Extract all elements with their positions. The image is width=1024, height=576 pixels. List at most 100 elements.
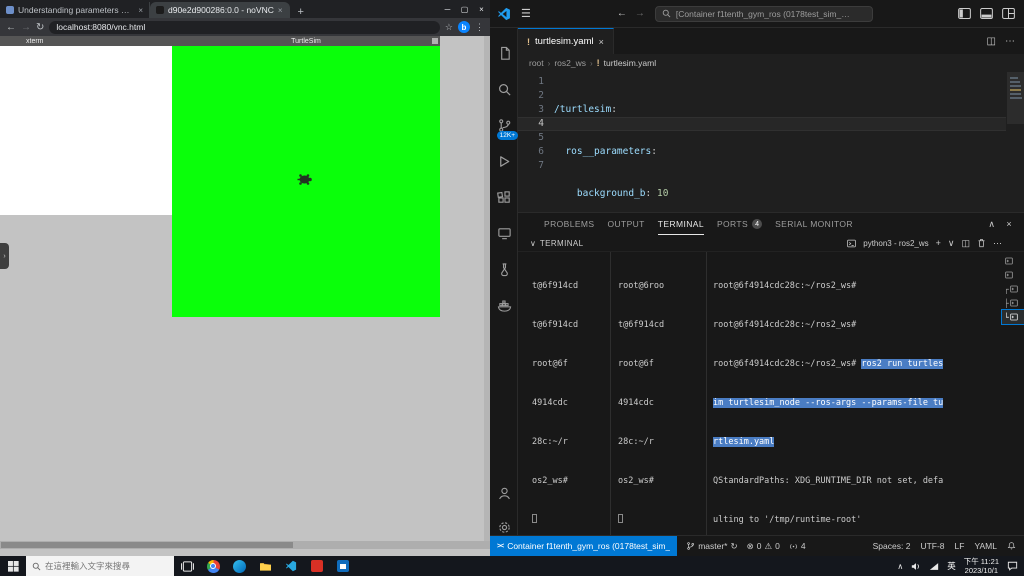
terminal-tab-item[interactable]: ├ [1002,296,1024,310]
activity-remote-explorer-icon[interactable] [490,216,518,250]
terminal-section-header[interactable]: ∨ TERMINAL python3 - ros2_ws + ∨ ◫ ⋯ [518,235,1024,251]
xterm-window[interactable]: xterm [0,36,172,215]
turtlesim-window[interactable]: TurtleSim [172,36,440,317]
new-terminal-icon[interactable]: + [936,238,941,248]
url-field[interactable] [49,20,440,34]
reload-icon[interactable]: ↻ [36,22,44,33]
tab-close-icon[interactable]: × [278,6,283,15]
activity-account-icon[interactable] [490,476,518,510]
taskbar-clock[interactable]: 下午 11:21 2023/10/1 [964,557,999,575]
edge-icon[interactable] [226,556,252,576]
url-input[interactable] [56,22,433,32]
horizontal-scrollbar[interactable] [0,541,490,549]
code-editor[interactable]: 1 2 3 4 5 6 7 /turtlesim: ros__parameter… [518,72,1024,212]
terminal-pane-active[interactable]: root@6f4914cdc28c:~/ros2_ws# root@6f4914… [713,254,989,576]
tab-close-icon[interactable]: × [599,37,604,47]
breadcrumb-ros2-ws[interactable]: ros2_ws [554,58,586,68]
xterm-body[interactable] [0,46,172,215]
terminal-tab-item[interactable] [1002,254,1024,268]
novnc-viewport[interactable]: xterm TurtleSim › [0,36,490,556]
remote-indicator[interactable]: >< Container f1tenth_gym_ros (0178test_s… [490,536,678,556]
terminal-profile-chevron-icon[interactable]: ∨ [948,238,955,249]
task-view-icon[interactable] [174,556,200,576]
toggle-sidebar-icon[interactable] [958,8,971,19]
terminal-split-divider[interactable] [706,252,707,542]
tab-close-icon[interactable]: × [138,6,143,15]
menu-burger-icon[interactable]: ☰ [521,7,531,20]
git-branch-item[interactable]: master* ↻ [686,541,738,552]
browser-tab-active[interactable]: d90e2d900286:0.0 - noVNC × [150,2,290,18]
eol-item[interactable]: LF [955,541,965,551]
problems-item[interactable]: ⊗ 0 ⚠ 0 [747,541,780,552]
terminal-pane-2[interactable]: root@6roo t@6f914cd root@6f 4914cdc 28c:… [618,254,698,553]
close-panel-icon[interactable]: × [1006,219,1012,230]
encoding-item[interactable]: UTF-8 [920,541,944,551]
notifications-bell-icon[interactable] [1007,541,1016,551]
tab-problems[interactable]: PROBLEMS [544,213,594,235]
scrollbar-thumb[interactable] [1,542,293,548]
bookmark-star-icon[interactable]: ☆ [445,22,453,33]
sync-icon[interactable]: ↻ [731,541,738,552]
breadcrumb-file[interactable]: turtlesim.yaml [604,58,656,68]
taskbar-search-input[interactable] [45,561,163,571]
editor-actions-kebab-icon[interactable]: ⋯ [1005,36,1015,47]
minimize-button[interactable]: ─ [439,0,456,18]
activity-docker-icon[interactable] [490,288,518,322]
minimap[interactable] [1007,72,1024,212]
ports-item[interactable]: 4 [789,541,806,551]
close-button[interactable]: × [473,0,490,18]
tab-serial-monitor[interactable]: SERIAL MONITOR [775,213,853,235]
speaker-icon[interactable] [911,562,921,571]
activity-search-icon[interactable] [490,72,518,106]
chevron-down-icon[interactable]: ∨ [530,239,536,248]
back-icon[interactable]: ← [6,22,16,33]
chrome-icon[interactable] [200,556,226,576]
toggle-panel-icon[interactable] [980,8,993,19]
novnc-control-handle[interactable]: › [0,243,9,269]
terminal-kebab-icon[interactable]: ⋯ [993,238,1002,249]
tab-output[interactable]: OUTPUT [607,213,644,235]
xterm-titlebar[interactable]: xterm [0,36,172,46]
tab-terminal[interactable]: TERMINAL [657,213,704,235]
activity-source-control-icon[interactable]: 12K+ [490,108,518,142]
language-mode-item[interactable]: YAML [974,541,997,551]
terminal-tab-item[interactable] [1002,268,1024,282]
turtlesim-titlebar[interactable]: TurtleSim [172,36,440,46]
customize-layout-icon[interactable] [1002,8,1015,19]
split-terminal-icon[interactable]: ◫ [961,238,970,249]
terminal-tab-item-active[interactable]: └ [1001,309,1024,325]
command-center[interactable]: [Container f1tenth_gym_ros (0178test_sim… [654,5,873,22]
kill-terminal-trash-icon[interactable] [977,238,986,248]
browser-tab-inactive[interactable]: Understanding parameters — RO × [0,2,150,18]
nav-back-icon[interactable]: ← [617,8,627,19]
terminal-instance-label[interactable]: python3 - ros2_ws [863,239,928,248]
red-app-icon[interactable] [304,556,330,576]
nav-forward-icon[interactable]: → [635,8,645,19]
activity-run-debug-icon[interactable] [490,144,518,178]
activity-explorer-icon[interactable] [490,36,518,70]
turtlesim-window-button[interactable] [432,38,438,44]
network-icon[interactable] [929,562,939,571]
terminal-pane-1[interactable]: t@6f914cd t@6f914cd root@6f 4914cdc 28c:… [532,254,618,553]
store-icon[interactable] [330,556,356,576]
breadcrumb-root[interactable]: root [529,58,544,68]
activity-extensions-icon[interactable] [490,180,518,214]
terminal-tab-item[interactable]: ┌ [1002,282,1024,296]
terminal-body[interactable]: t@6f914cd t@6f914cd root@6f 4914cdc 28c:… [518,251,1024,564]
file-explorer-icon[interactable] [252,556,278,576]
tray-chevron-up-icon[interactable]: ∧ [897,562,903,571]
new-tab-button[interactable]: + [290,6,312,18]
forward-icon[interactable]: → [21,22,31,33]
browser-profile-badge[interactable]: b [458,21,470,33]
activity-testing-icon[interactable] [490,252,518,286]
maximize-button[interactable]: ▢ [456,0,473,18]
vscode-taskbar-icon[interactable] [278,556,304,576]
maximize-panel-icon[interactable]: ∧ [988,219,995,230]
ime-language-indicator[interactable]: 英 [947,560,956,572]
browser-menu-kebab-icon[interactable]: ⋮ [475,22,484,33]
editor-tab-turtlesim-yaml[interactable]: ! turtlesim.yaml × [518,28,614,54]
start-button[interactable] [0,556,26,576]
notification-center-icon[interactable] [1007,561,1018,571]
split-editor-icon[interactable]: ◫ [987,36,996,47]
indentation-item[interactable]: Spaces: 2 [873,541,911,551]
